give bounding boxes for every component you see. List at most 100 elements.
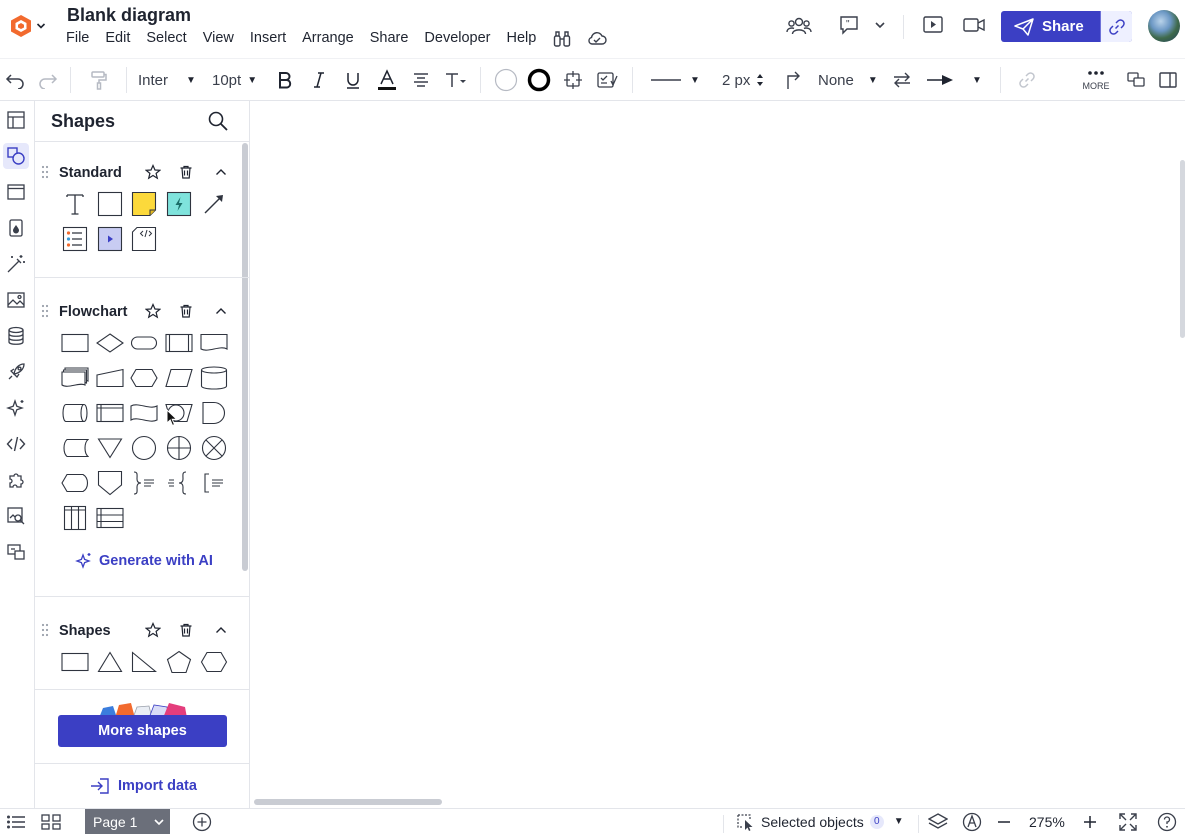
shape-sticky-note[interactable] bbox=[129, 189, 159, 219]
section-standard-header[interactable]: Standard bbox=[35, 161, 240, 185]
shape-predefined-process[interactable] bbox=[164, 328, 194, 358]
shape-paper-tape[interactable] bbox=[129, 398, 159, 428]
insert-link-button[interactable] bbox=[1015, 59, 1039, 101]
user-avatar[interactable] bbox=[1148, 10, 1180, 42]
shape-embed[interactable] bbox=[129, 224, 159, 254]
text-align-button[interactable] bbox=[410, 59, 432, 101]
page-tab[interactable]: Page 1 bbox=[85, 809, 170, 834]
line-color-button[interactable] bbox=[527, 59, 551, 101]
feature-find-icon[interactable] bbox=[552, 29, 572, 49]
shape-rectangle[interactable] bbox=[60, 647, 90, 677]
more-button[interactable]: MORE bbox=[1078, 59, 1114, 101]
line-start-select[interactable]: None ▼ bbox=[818, 59, 878, 101]
rail-plugins[interactable] bbox=[3, 467, 29, 493]
rail-image-search[interactable] bbox=[3, 503, 29, 529]
shape-connector[interactable] bbox=[129, 433, 159, 463]
help-button[interactable] bbox=[1157, 809, 1177, 834]
menu-edit[interactable]: Edit bbox=[105, 30, 138, 49]
rail-shapes[interactable] bbox=[3, 143, 29, 169]
rail-frames[interactable] bbox=[3, 179, 29, 205]
rail-templates[interactable] bbox=[3, 107, 29, 133]
shape-display[interactable] bbox=[60, 468, 90, 498]
rail-ai[interactable] bbox=[3, 395, 29, 421]
font-family-select[interactable]: Inter ▼ bbox=[138, 59, 198, 101]
menu-share[interactable]: Share bbox=[370, 30, 417, 49]
rail-magic[interactable] bbox=[3, 251, 29, 277]
menu-view[interactable]: View bbox=[203, 30, 242, 49]
comments-menu-chevron-icon[interactable] bbox=[874, 20, 886, 30]
drag-handle-icon[interactable] bbox=[41, 304, 49, 318]
fit-to-screen-button[interactable] bbox=[1118, 809, 1138, 834]
menu-help[interactable]: Help bbox=[507, 30, 545, 49]
shape-swimlane-horizontal[interactable] bbox=[95, 503, 125, 533]
menu-insert[interactable]: Insert bbox=[250, 30, 294, 49]
copy-link-button[interactable] bbox=[1100, 11, 1132, 42]
comment-panel-toggle[interactable] bbox=[1125, 59, 1147, 101]
italic-button[interactable] bbox=[308, 59, 330, 101]
shape-text[interactable] bbox=[60, 189, 90, 219]
selected-objects-menu[interactable]: Selected objects 0 ▼ bbox=[736, 809, 904, 834]
right-panel-toggle[interactable] bbox=[1157, 59, 1179, 101]
line-end-select[interactable]: ▼ bbox=[926, 59, 986, 101]
shape-swimlane-vertical[interactable] bbox=[60, 503, 90, 533]
share-button[interactable]: Share bbox=[1001, 11, 1100, 42]
line-style-select[interactable]: ▼ bbox=[650, 59, 702, 101]
swap-arrows-button[interactable] bbox=[890, 59, 914, 101]
rail-data[interactable] bbox=[3, 323, 29, 349]
canvas-vertical-scrollbar[interactable] bbox=[1180, 160, 1185, 338]
font-size-select[interactable]: 10pt ▼ bbox=[212, 59, 262, 101]
redo-button[interactable] bbox=[35, 59, 61, 101]
shape-preparation[interactable] bbox=[129, 363, 159, 393]
shape-off-page-link[interactable] bbox=[95, 468, 125, 498]
undo-button[interactable] bbox=[2, 59, 28, 101]
underline-button[interactable] bbox=[342, 59, 364, 101]
shape-manual-input[interactable] bbox=[95, 363, 125, 393]
menu-developer[interactable]: Developer bbox=[424, 30, 498, 49]
document-title[interactable]: Blank diagram bbox=[67, 5, 191, 26]
chevron-up-icon[interactable] bbox=[214, 623, 228, 637]
shape-annotation-right-brace[interactable] bbox=[129, 468, 159, 498]
text-color-button[interactable] bbox=[376, 59, 398, 101]
rail-themes[interactable] bbox=[3, 215, 29, 241]
trash-icon[interactable] bbox=[178, 622, 194, 638]
star-icon[interactable] bbox=[145, 622, 161, 638]
shape-annotation-left-brace[interactable] bbox=[164, 468, 194, 498]
rail-diagram-tools[interactable] bbox=[3, 539, 29, 565]
shape-document[interactable] bbox=[199, 328, 229, 358]
present-icon[interactable] bbox=[922, 14, 944, 36]
drag-handle-icon[interactable] bbox=[41, 623, 49, 637]
add-page-button[interactable] bbox=[192, 809, 212, 834]
fill-color-button[interactable] bbox=[494, 59, 518, 101]
panel-scrollbar[interactable] bbox=[242, 143, 248, 571]
shape-action-button[interactable] bbox=[164, 189, 194, 219]
import-data-button[interactable]: Import data bbox=[90, 777, 197, 795]
bold-button[interactable] bbox=[274, 59, 296, 101]
trash-icon[interactable] bbox=[178, 164, 194, 180]
comments-icon[interactable]: " bbox=[838, 14, 860, 36]
shape-terminator[interactable] bbox=[129, 328, 159, 358]
collaborators-icon[interactable] bbox=[786, 14, 812, 38]
conditional-format-button[interactable] bbox=[595, 59, 619, 101]
zoom-out-button[interactable] bbox=[996, 809, 1012, 834]
video-call-icon[interactable] bbox=[962, 14, 986, 36]
chevron-up-icon[interactable] bbox=[214, 304, 228, 318]
shape-stored-data[interactable] bbox=[60, 433, 90, 463]
shape-data[interactable] bbox=[164, 363, 194, 393]
shape-line[interactable] bbox=[199, 189, 229, 219]
shape-multiple-documents[interactable] bbox=[60, 363, 90, 393]
shape-options-button[interactable] bbox=[561, 59, 585, 101]
canvas-horizontal-scrollbar[interactable] bbox=[254, 799, 442, 805]
shape-pentagon[interactable] bbox=[164, 647, 194, 677]
shape-video[interactable] bbox=[95, 224, 125, 254]
shape-summing-junction[interactable] bbox=[199, 433, 229, 463]
format-painter-button[interactable] bbox=[86, 59, 112, 101]
star-icon[interactable] bbox=[145, 164, 161, 180]
shape-decision[interactable] bbox=[95, 328, 125, 358]
section-shapes-header[interactable]: Shapes bbox=[35, 619, 240, 643]
generate-with-ai-button[interactable]: Generate with AI bbox=[75, 552, 213, 570]
shape-merge[interactable] bbox=[95, 433, 125, 463]
shape-or[interactable] bbox=[164, 433, 194, 463]
menu-file[interactable]: File bbox=[66, 30, 97, 49]
menu-select[interactable]: Select bbox=[146, 30, 194, 49]
shape-database[interactable] bbox=[199, 363, 229, 393]
